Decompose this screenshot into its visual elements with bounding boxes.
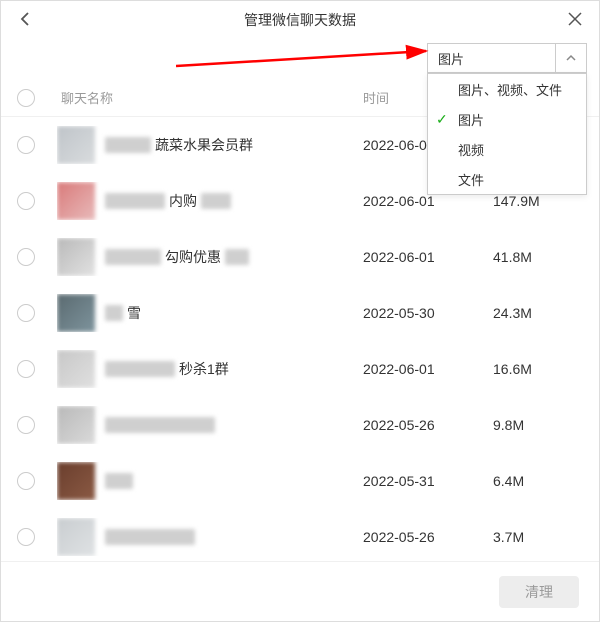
chat-time: 2022-05-26	[363, 529, 493, 545]
row-checkbox[interactable]	[17, 528, 35, 546]
filter-option-label: 文件	[458, 170, 484, 189]
table-row[interactable]: 2022-05-31 6.4M	[1, 453, 599, 509]
avatar	[57, 294, 95, 332]
check-icon: ✓	[436, 111, 448, 128]
avatar	[57, 126, 95, 164]
avatar	[57, 238, 95, 276]
titlebar: 管理微信聊天数据	[1, 1, 599, 39]
clean-button[interactable]: 清理	[499, 576, 579, 608]
filter-option-label: 图片	[458, 110, 484, 129]
chat-name: 蔬菜水果会员群	[57, 126, 363, 164]
chat-name	[57, 518, 363, 556]
row-checkbox[interactable]	[17, 416, 35, 434]
chat-time: 2022-05-30	[363, 305, 493, 321]
column-header-name[interactable]: 聊天名称	[57, 88, 363, 107]
chevron-left-icon	[19, 11, 31, 27]
chat-name	[57, 462, 363, 500]
filter-option-images[interactable]: ✓ 图片	[428, 104, 586, 134]
row-checkbox[interactable]	[17, 360, 35, 378]
filter-option-files[interactable]: 文件	[428, 164, 586, 194]
filter-option-label: 图片、视频、文件	[458, 80, 562, 99]
chat-size: 16.6M	[493, 361, 583, 377]
avatar	[57, 518, 95, 556]
chat-name: 秒杀1群	[57, 350, 363, 388]
chat-time: 2022-06-01	[363, 193, 493, 209]
row-checkbox[interactable]	[17, 192, 35, 210]
table-row[interactable]: 2022-05-26 3.7M	[1, 509, 599, 561]
footer: 清理	[1, 561, 599, 621]
chat-time: 2022-05-26	[363, 417, 493, 433]
back-button[interactable]	[15, 9, 35, 29]
row-checkbox[interactable]	[17, 472, 35, 490]
filter-option-all[interactable]: 图片、视频、文件	[428, 74, 586, 104]
chat-size: 3.7M	[493, 529, 583, 545]
chat-name	[57, 406, 363, 444]
table-row[interactable]: 雪 2022-05-30 24.3M	[1, 285, 599, 341]
chat-size: 24.3M	[493, 305, 583, 321]
avatar	[57, 182, 95, 220]
table-row[interactable]: 勾购优惠 2022-06-01 41.8M	[1, 229, 599, 285]
filter-dropdown: 图片、视频、文件 ✓ 图片 视频 文件	[427, 73, 587, 195]
filter-select[interactable]: 图片	[427, 43, 587, 73]
chat-name: 雪	[57, 294, 363, 332]
row-checkbox[interactable]	[17, 304, 35, 322]
chat-size: 9.8M	[493, 417, 583, 433]
avatar	[57, 462, 95, 500]
close-button[interactable]	[565, 9, 585, 29]
window: 管理微信聊天数据 图片 图片、视频、文件 ✓ 图片	[0, 0, 600, 622]
chat-size: 6.4M	[493, 473, 583, 489]
avatar	[57, 406, 95, 444]
table-row[interactable]: 2022-05-26 9.8M	[1, 397, 599, 453]
chat-name: 勾购优惠	[57, 238, 363, 276]
chat-time: 2022-05-31	[363, 473, 493, 489]
window-title: 管理微信聊天数据	[244, 10, 356, 30]
filter-row: 图片 图片、视频、文件 ✓ 图片 视频 文件	[1, 39, 599, 79]
filter-select-value[interactable]: 图片	[428, 44, 556, 72]
filter-option-videos[interactable]: 视频	[428, 134, 586, 164]
filter-option-label: 视频	[458, 140, 484, 159]
filter-select-toggle[interactable]	[556, 44, 586, 72]
chat-size: 41.8M	[493, 249, 583, 265]
chat-time: 2022-06-01	[363, 249, 493, 265]
select-all-checkbox[interactable]	[17, 89, 57, 107]
row-checkbox[interactable]	[17, 248, 35, 266]
avatar	[57, 350, 95, 388]
chat-time: 2022-06-01	[363, 361, 493, 377]
chevron-up-icon	[565, 52, 577, 64]
close-icon	[568, 12, 582, 26]
row-checkbox[interactable]	[17, 136, 35, 154]
chat-name: 内购	[57, 182, 363, 220]
table-row[interactable]: 秒杀1群 2022-06-01 16.6M	[1, 341, 599, 397]
chat-size: 147.9M	[493, 193, 583, 209]
